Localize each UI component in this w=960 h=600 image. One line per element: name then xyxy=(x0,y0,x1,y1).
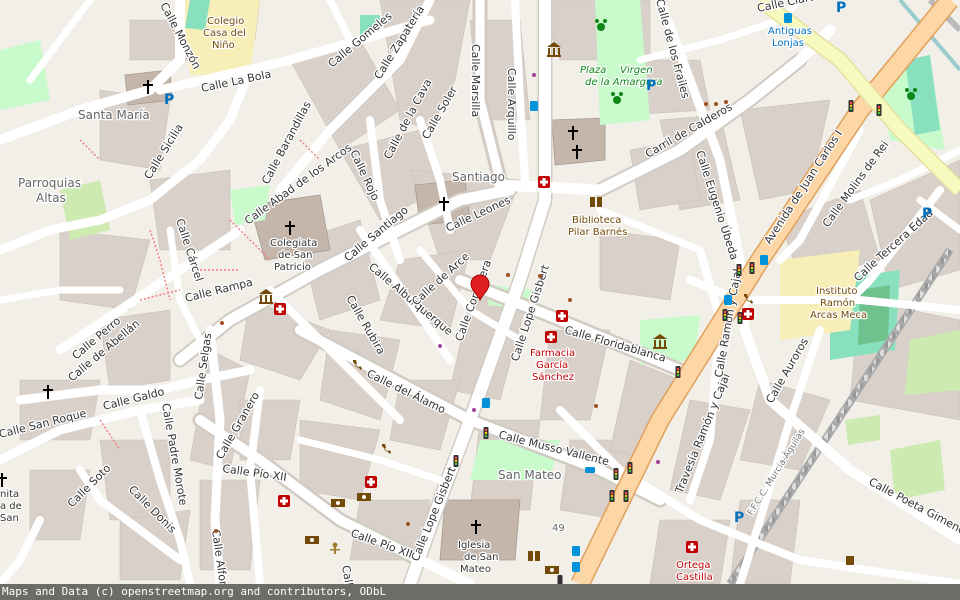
svg-text:Sánchez: Sánchez xyxy=(532,371,574,383)
bus-stop-icon xyxy=(572,546,580,556)
traffic-signal-icon xyxy=(627,462,633,474)
house-number: 49 xyxy=(552,523,565,534)
svg-text:Arcas Meca: Arcas Meca xyxy=(810,310,867,321)
svg-text:Niño: Niño xyxy=(212,40,235,51)
traffic-signal-icon xyxy=(613,468,619,480)
svg-text:Castilla: Castilla xyxy=(676,572,713,583)
traffic-signal-icon xyxy=(609,490,615,502)
bus-stop-icon xyxy=(482,398,490,408)
svg-text:Ortega: Ortega xyxy=(676,560,711,571)
traffic-signal-icon xyxy=(749,262,755,274)
svg-text:Mateo: Mateo xyxy=(460,564,491,575)
traffic-signal-icon xyxy=(737,312,743,324)
place-santa-maria: Santa María xyxy=(78,108,150,122)
traffic-signal-icon xyxy=(557,575,563,584)
street-label: Calle Arquillo xyxy=(505,68,518,141)
traffic-signal-icon xyxy=(722,309,728,321)
svg-text:Farmacia: Farmacia xyxy=(530,348,575,359)
bus-stop-icon xyxy=(760,255,768,265)
parking-icon: P xyxy=(922,206,932,222)
pharmacy-icon xyxy=(274,303,286,315)
svg-text:Biblioteca: Biblioteca xyxy=(572,215,621,226)
place-san-mateo: San Mateo xyxy=(498,468,562,482)
atm-icon xyxy=(305,536,319,544)
pharmacy-icon xyxy=(556,310,568,322)
traffic-signal-icon xyxy=(675,366,681,378)
svg-text:Colegiata: Colegiata xyxy=(270,238,317,249)
svg-text:Plaza: Plaza xyxy=(580,65,606,76)
traffic-signal-icon xyxy=(483,427,489,439)
svg-text:San: San xyxy=(0,513,19,524)
bus-stop-icon xyxy=(784,13,792,23)
atm-icon xyxy=(545,566,559,574)
waste-icon xyxy=(846,556,854,565)
bus-stop-icon xyxy=(724,295,732,305)
pharmacy-icon xyxy=(545,331,557,343)
svg-text:nita: nita xyxy=(0,489,19,500)
traffic-signal-icon xyxy=(848,100,854,112)
svg-text:de San: de San xyxy=(278,250,313,261)
svg-text:Patricio: Patricio xyxy=(274,262,311,273)
traffic-signal-icon xyxy=(876,104,882,116)
poi-cita: nita a de San xyxy=(0,488,23,526)
svg-text:a de: a de xyxy=(0,501,22,512)
parking-icon: P xyxy=(164,92,174,108)
parking-icon: P xyxy=(646,78,656,94)
svg-text:Virgen: Virgen xyxy=(620,65,653,76)
svg-text:Colegio: Colegio xyxy=(207,16,244,27)
map-canvas[interactable]: Calle Monzón Calle Gomeles Calle Zapater… xyxy=(0,0,960,600)
pharmacy-icon xyxy=(365,476,377,488)
bus-stop-icon xyxy=(585,467,595,473)
svg-text:Ramón: Ramón xyxy=(820,297,855,309)
svg-text:Antiguas: Antiguas xyxy=(768,26,812,37)
pharmacy-icon xyxy=(538,176,550,188)
poi-ortega: Ortega Castilla xyxy=(675,559,714,584)
bus-stop-icon xyxy=(530,101,538,111)
atm-icon xyxy=(331,499,345,507)
bus-stop-icon xyxy=(572,562,580,572)
atm-icon xyxy=(357,493,371,501)
parking-icon: P xyxy=(836,0,846,16)
svg-text:Iglesia: Iglesia xyxy=(458,540,490,551)
traffic-signal-icon xyxy=(736,264,742,276)
pharmacy-icon xyxy=(686,541,698,553)
poi-biblioteca: Biblioteca Pilar Barnés xyxy=(567,214,629,240)
traffic-signal-icon xyxy=(623,490,629,502)
svg-text:Lonjas: Lonjas xyxy=(772,38,804,49)
traffic-signal-icon xyxy=(453,455,459,467)
svg-text:Casa del: Casa del xyxy=(203,28,246,39)
svg-text:Pilar Barnés: Pilar Barnés xyxy=(568,226,627,238)
svg-text:de San: de San xyxy=(464,552,499,563)
place-santiago: Santiago xyxy=(452,170,505,184)
map-svg: Calle Monzón Calle Gomeles Calle Zapater… xyxy=(0,0,960,584)
svg-text:Instituto: Instituto xyxy=(816,286,858,297)
place-parroquias: Parroquias xyxy=(18,176,81,190)
place-altas: Altas xyxy=(36,191,66,205)
street-label: Calle Marsilla xyxy=(469,44,482,117)
map-attribution: Maps and Data (c) openstreetmap.org and … xyxy=(0,584,960,600)
pharmacy-icon xyxy=(742,308,754,320)
svg-text:García: García xyxy=(536,359,568,371)
poi-colegiata: Colegiata de San Patricio xyxy=(269,237,319,275)
parking-icon: P xyxy=(734,510,744,526)
pharmacy-icon xyxy=(278,495,290,507)
